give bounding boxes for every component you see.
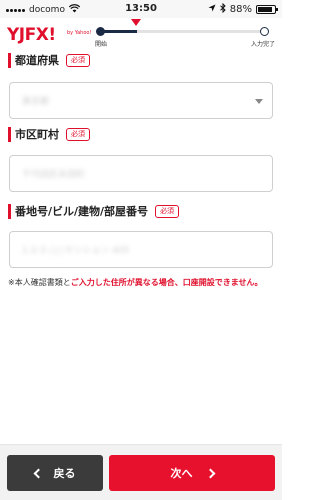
chevron-left-icon — [33, 468, 43, 478]
progress-end-label: 入力完了 — [250, 41, 275, 48]
note-prefix: ※本人確認書類と — [8, 278, 71, 287]
city-heading: 市区町村 必須 — [8, 126, 90, 142]
address-label: 番地号/ビル/建物/部屋番号 — [15, 205, 149, 218]
battery-percent: 88% — [229, 4, 252, 15]
prefecture-select[interactable]: 東京都 — [9, 82, 273, 119]
heading-accent-bar — [8, 203, 11, 219]
required-badge: 必須 — [155, 204, 180, 218]
prefecture-heading: 都道府県 必須 — [8, 52, 90, 68]
location-icon — [208, 4, 216, 15]
address-heading: 番地号/ビル/建物/部屋番号 必須 — [8, 203, 180, 219]
footer-bar: 戻る 次へ — [0, 444, 282, 500]
next-button-label: 次へ — [170, 467, 193, 480]
back-button-label: 戻る — [53, 467, 76, 480]
address-warning-note: ※本人確認書類とご入力した住所が異なる場合、口座開設できません。 — [8, 276, 274, 289]
city-input[interactable]: 千代田区永田町 — [9, 155, 273, 192]
required-badge: 必須 — [66, 127, 90, 141]
logo-subtitle: by Yahoo! — [67, 30, 92, 36]
heading-accent-bar — [8, 126, 11, 142]
battery-icon — [256, 5, 278, 14]
bluetooth-icon — [219, 2, 226, 16]
progress-start-label: 開始 — [95, 41, 108, 48]
prefecture-label: 都道府県 — [15, 54, 59, 67]
address-input[interactable]: 1-2-3 ○○マンション 405 — [9, 231, 273, 268]
progress-marker-icon — [131, 19, 141, 26]
note-highlight: ご入力した住所が異なる場合、口座開設できません。 — [70, 278, 263, 287]
city-label: 市区町村 — [15, 128, 59, 141]
status-right: 88% — [208, 2, 278, 16]
progress-start-dot — [96, 27, 105, 36]
chevron-down-icon — [255, 99, 263, 104]
back-button[interactable]: 戻る — [7, 455, 103, 491]
app-header: YJFX! by Yahoo! 開始 入力完了 — [0, 18, 282, 56]
progress-end-dot — [260, 27, 269, 36]
next-button[interactable]: 次へ — [109, 455, 275, 491]
status-bar: docomo 13:50 88% — [0, 0, 282, 18]
chevron-right-icon — [205, 468, 215, 478]
progress-fill — [100, 30, 137, 33]
required-badge: 必須 — [66, 53, 90, 67]
address-value: 1-2-3 ○○マンション 405 — [22, 246, 130, 256]
prefecture-value: 東京都 — [22, 97, 50, 107]
logo: YJFX! — [7, 25, 56, 45]
progress-indicator: 開始 入力完了 — [95, 18, 277, 56]
heading-accent-bar — [8, 52, 11, 68]
city-value: 千代田区永田町 — [22, 170, 86, 180]
